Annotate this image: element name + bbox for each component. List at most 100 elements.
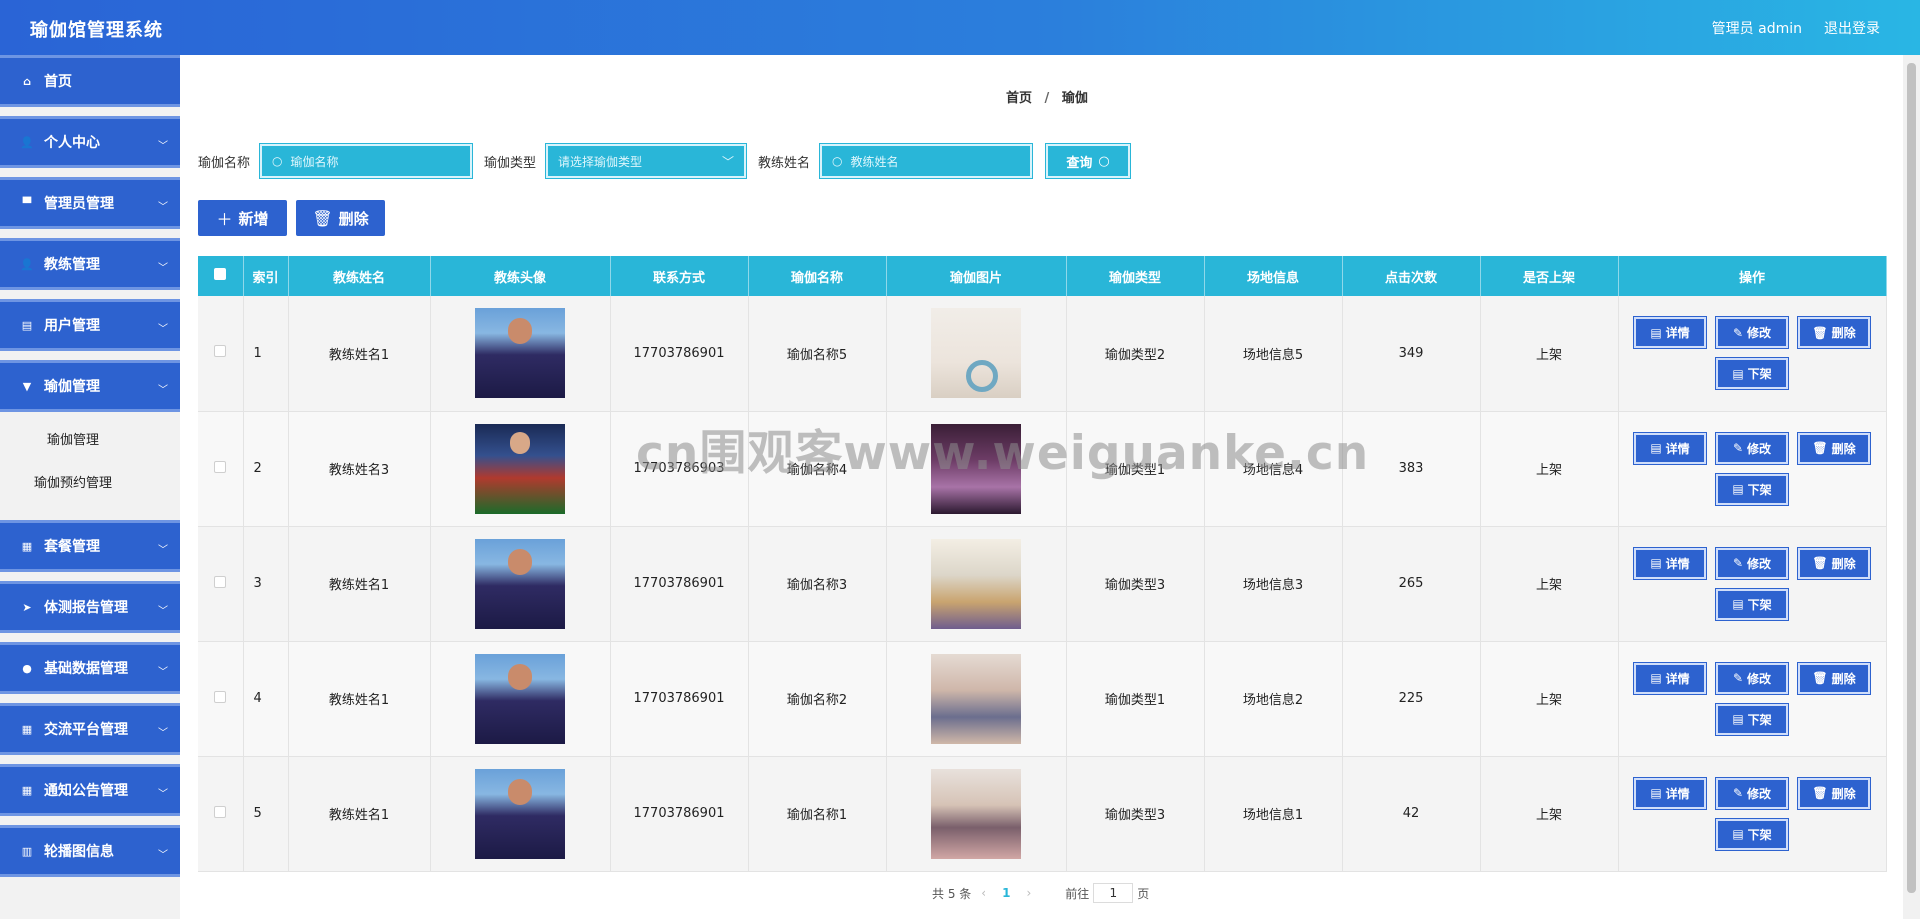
- chevron-down-icon: ﹀: [158, 850, 168, 861]
- document-icon: ▤: [1650, 441, 1662, 455]
- delete-button[interactable]: 🗑 删除: [1797, 661, 1871, 695]
- col-phone: 联系方式: [610, 256, 749, 296]
- document-icon: ▤: [1732, 482, 1744, 496]
- edit-button[interactable]: ✎ 修改: [1715, 431, 1789, 465]
- detail-button[interactable]: ▤ 详情: [1633, 661, 1707, 695]
- sidebar-item[interactable]: ▦ 套餐管理 ﹀: [0, 520, 180, 572]
- col-clicks: 点击次数: [1342, 256, 1481, 296]
- yoga-type-cell: 瑜伽类型1: [1066, 641, 1205, 757]
- row-checkbox[interactable]: [214, 690, 227, 703]
- row-checkbox[interactable]: [214, 575, 227, 588]
- trash-icon: 🗑: [312, 208, 333, 228]
- table-row: 4 教练姓名1 17703786901 瑜伽名称2 瑜伽类型1 场地信息2 225 上架 ▤ 详情…: [198, 641, 1887, 757]
- row-select-cell[interactable]: [198, 296, 244, 412]
- row-select-cell[interactable]: [198, 756, 244, 872]
- sidebar-subitem[interactable]: 瑜伽预约管理: [0, 462, 180, 505]
- detail-button[interactable]: ▤ 详情: [1633, 546, 1707, 580]
- col-coach-name: 教练姓名: [288, 256, 431, 296]
- row-select-cell[interactable]: [198, 526, 244, 642]
- delete-button[interactable]: 🗑 删除: [1797, 431, 1871, 465]
- sidebar-item[interactable]: ▥ 轮播图信息 ﹀: [0, 825, 180, 877]
- yoga-image[interactable]: [931, 423, 1021, 514]
- chevron-down-icon: ﹀: [722, 154, 735, 169]
- breadcrumb-home[interactable]: 首页: [1006, 91, 1032, 106]
- select-all-header[interactable]: [198, 256, 244, 296]
- goto-page-input[interactable]: [1093, 883, 1134, 903]
- row-select-cell[interactable]: [198, 641, 244, 757]
- detail-button[interactable]: ▤ 详情: [1633, 776, 1707, 810]
- sidebar-item[interactable]: ➤ 体测报告管理 ﹀: [0, 581, 180, 633]
- offline-button[interactable]: ▤ 下架: [1715, 587, 1789, 621]
- edit-button[interactable]: ✎ 修改: [1715, 776, 1789, 810]
- offline-button[interactable]: ▤ 下架: [1715, 702, 1789, 736]
- row-checkbox[interactable]: [214, 805, 227, 818]
- detail-button[interactable]: ▤ 详情: [1633, 431, 1707, 465]
- add-button[interactable]: ＋ 新增: [198, 200, 287, 236]
- delete-button[interactable]: 🗑 删除: [1797, 776, 1871, 810]
- sidebar-item[interactable]: ▀ 管理员管理 ﹀: [0, 177, 180, 229]
- row-select-cell[interactable]: [198, 411, 244, 527]
- coach-avatar-image[interactable]: [475, 768, 565, 859]
- menu-icon: ▦: [21, 783, 33, 797]
- sidebar-item[interactable]: ▼ 瑜伽管理 ﹀: [0, 360, 180, 412]
- sidebar-item[interactable]: 👤 个人中心 ﹀: [0, 116, 180, 168]
- sidebar-item[interactable]: ▤ 用户管理 ﹀: [0, 299, 180, 351]
- scrollbar-thumb[interactable]: [1907, 63, 1916, 893]
- yoga-type-select[interactable]: 请选择瑜伽类型 ﹀: [545, 143, 748, 179]
- delete-button[interactable]: 🗑 删除: [1797, 316, 1871, 350]
- document-icon: ▤: [1732, 597, 1744, 611]
- clicks-cell: 225: [1342, 641, 1481, 757]
- delete-label: 删除: [1831, 441, 1856, 456]
- page-scrollbar[interactable]: [1903, 55, 1920, 919]
- batch-delete-button[interactable]: 🗑 删除: [296, 200, 385, 236]
- delete-button[interactable]: 🗑 删除: [1797, 546, 1871, 580]
- sidebar-item[interactable]: ⌂ 首页: [0, 55, 180, 107]
- sidebar-item[interactable]: ▦ 交流平台管理 ﹀: [0, 703, 180, 755]
- yoga-image[interactable]: [931, 768, 1021, 859]
- page-number[interactable]: 1: [1002, 886, 1010, 900]
- phone-cell: 17703786901: [610, 296, 749, 412]
- app-title: 瑜伽馆管理系统: [30, 20, 163, 41]
- row-checkbox[interactable]: [214, 460, 227, 473]
- document-icon: ▤: [1650, 786, 1662, 800]
- goto-suffix: 页: [1137, 886, 1150, 901]
- col-coach-avatar: 教练头像: [430, 256, 611, 296]
- menu-icon: ▦: [21, 722, 33, 736]
- actions-cell: ▤ 详情 ✎ 修改 🗑 删除 ▤ 下架: [1618, 756, 1887, 872]
- edit-button[interactable]: ✎ 修改: [1715, 546, 1789, 580]
- edit-button[interactable]: ✎ 修改: [1715, 661, 1789, 695]
- yoga-image-cell: [886, 411, 1067, 527]
- venue-cell: 场地信息5: [1204, 296, 1343, 412]
- chevron-down-icon: ﹀: [158, 324, 168, 335]
- edit-button[interactable]: ✎ 修改: [1715, 316, 1789, 350]
- menu-icon: ●: [22, 661, 32, 675]
- offline-button[interactable]: ▤ 下架: [1715, 357, 1789, 391]
- detail-button[interactable]: ▤ 详情: [1633, 316, 1707, 350]
- yoga-image[interactable]: [931, 538, 1021, 629]
- coach-avatar-image[interactable]: [475, 538, 565, 629]
- coach-name-input[interactable]: ○ 教练姓名: [819, 143, 1034, 179]
- offline-button[interactable]: ▤ 下架: [1715, 472, 1789, 506]
- logout-link[interactable]: 退出登录: [1824, 18, 1880, 38]
- row-checkbox[interactable]: [214, 345, 227, 358]
- sidebar-subitem[interactable]: 瑜伽管理: [0, 419, 180, 462]
- sidebar-item[interactable]: ● 基础数据管理 ﹀: [0, 642, 180, 694]
- offline-button[interactable]: ▤ 下架: [1715, 817, 1789, 851]
- select-all-checkbox[interactable]: [214, 268, 227, 280]
- query-button[interactable]: 查询 ○: [1045, 143, 1132, 179]
- coach-avatar-image[interactable]: [475, 423, 565, 514]
- sidebar-item[interactable]: 👤 教练管理 ﹀: [0, 238, 180, 290]
- coach-avatar-image[interactable]: [475, 308, 565, 399]
- yoga-image[interactable]: [931, 308, 1021, 399]
- yoga-name-input[interactable]: ○ 瑜伽名称: [259, 143, 474, 179]
- pencil-icon: ✎: [1732, 325, 1744, 340]
- sidebar-item[interactable]: ▦ 通知公告管理 ﹀: [0, 764, 180, 816]
- prev-page-icon[interactable]: ‹: [981, 886, 986, 900]
- yoga-image[interactable]: [931, 653, 1021, 744]
- next-page-icon[interactable]: ›: [1026, 886, 1031, 900]
- yoga-type-placeholder: 请选择瑜伽类型: [558, 154, 643, 169]
- sidebar: ⌂ 首页 👤 个人中心 ﹀ ▀ 管理员管理 ﹀ 👤 教练管理 ﹀ ▤ 用户管理 ﹀ ▼ 瑜伽管理 ﹀ 瑜伽管理 瑜伽…: [0, 55, 180, 919]
- current-user[interactable]: 管理员 admin: [1712, 18, 1802, 38]
- coach-avatar-image[interactable]: [475, 653, 565, 744]
- chevron-down-icon: ﹀: [158, 141, 168, 152]
